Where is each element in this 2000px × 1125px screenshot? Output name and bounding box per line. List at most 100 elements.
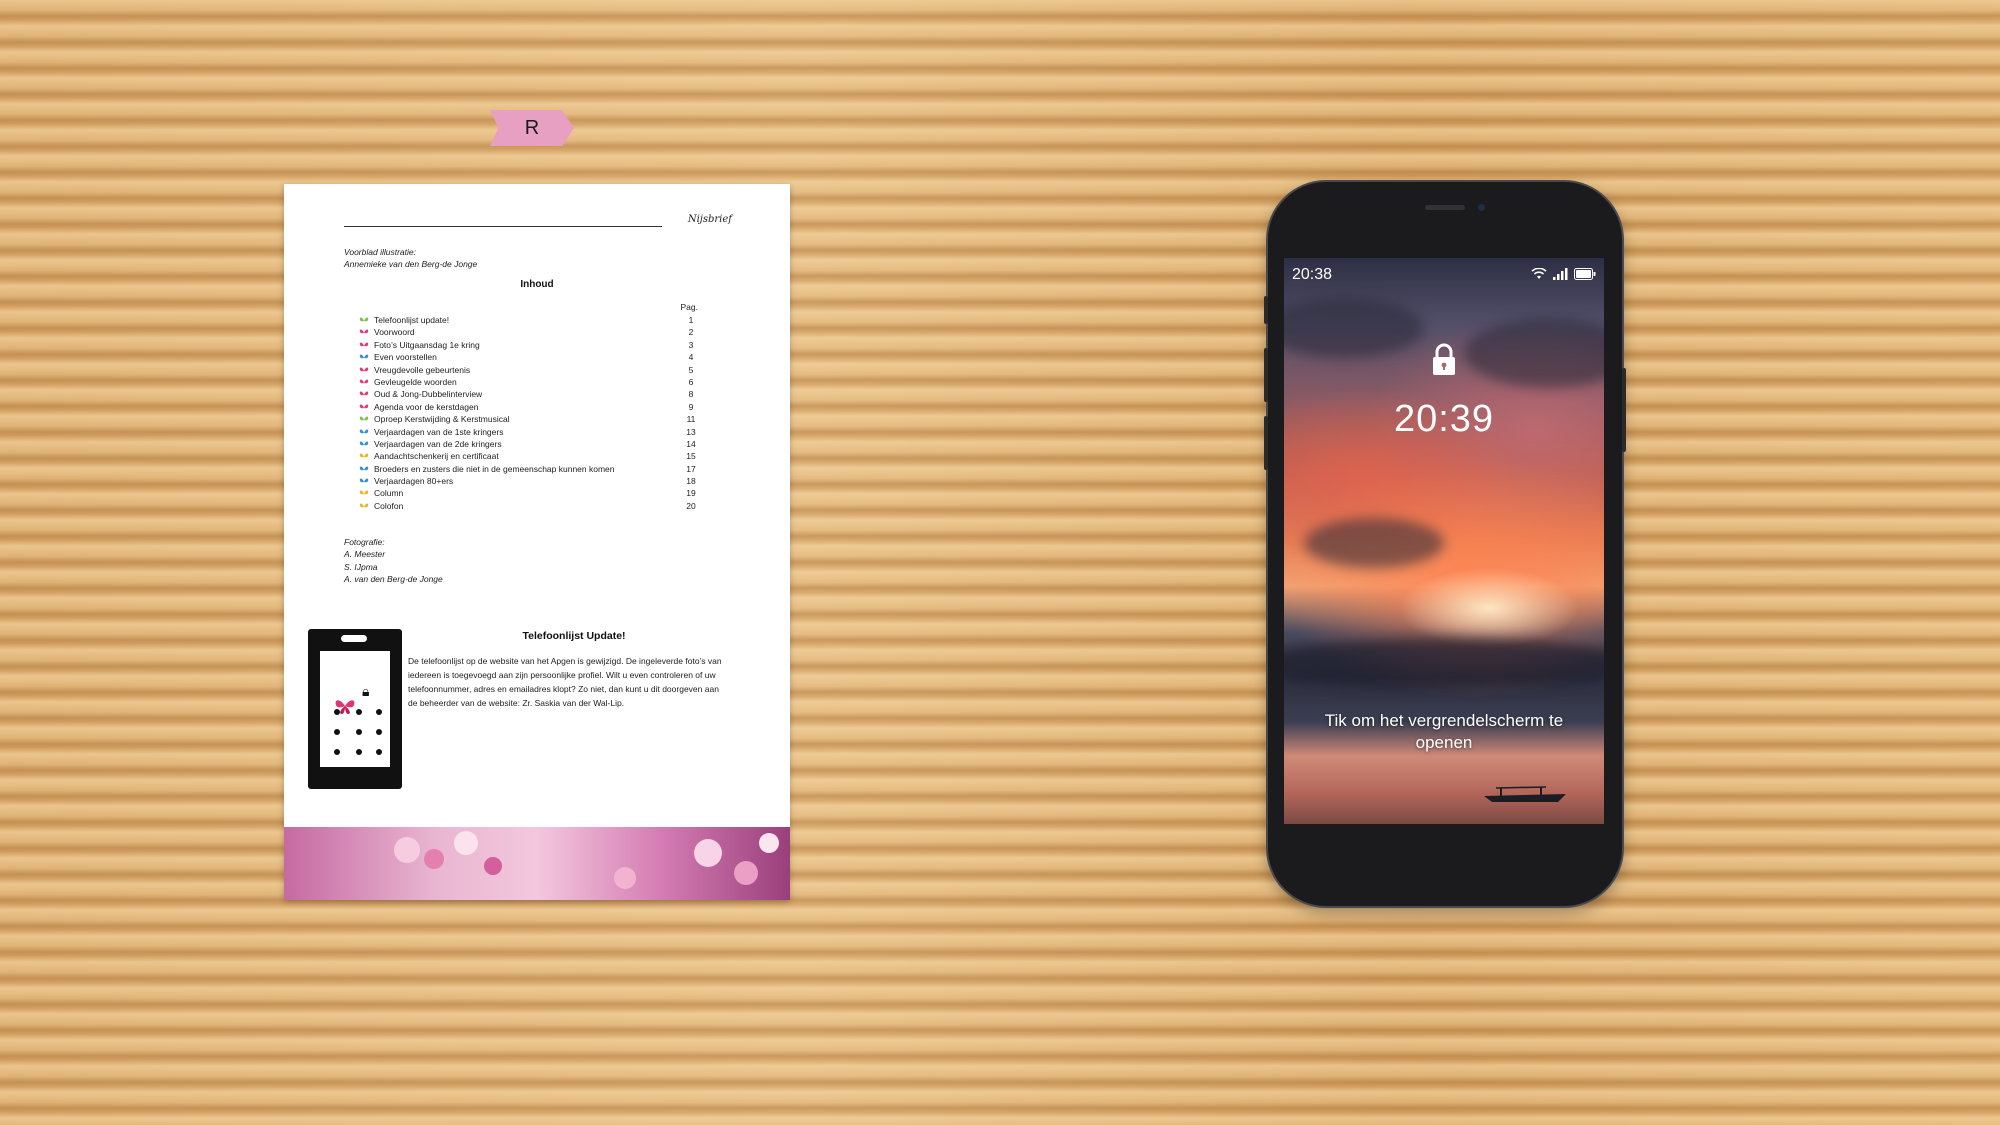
keypad-dot: [334, 709, 340, 715]
volume-down-button[interactable]: [1264, 416, 1268, 470]
keypad-dot: [356, 709, 362, 715]
toc-entry: Broeders en zusters die niet in de gemee…: [359, 463, 699, 475]
smartphone: 20:38 20:39 Tik om het vergrendelscherm …: [1264, 182, 1626, 906]
toc-entry: Telefoonlijst update! 1: [359, 314, 699, 326]
toc-entry: Oproep Kerstwijding & Kerstmusical 11: [359, 413, 699, 425]
phone-illustration: 🔒︎: [308, 629, 402, 789]
toc-entry-label: Broeders en zusters die niet in de gemee…: [374, 463, 615, 474]
article-title: Telefoonlijst Update!: [522, 630, 626, 642]
newsletter-brand: Nijsbrief: [687, 214, 732, 225]
signal-icon: [1553, 268, 1568, 280]
front-camera: [1478, 204, 1485, 211]
bookmark-label: R: [524, 116, 540, 139]
page-header: Nijsbrief: [344, 214, 732, 230]
keypad-dot: [376, 729, 382, 735]
butterfly-bullet-icon: [359, 441, 369, 446]
wifi-icon: [1531, 268, 1547, 279]
toc-entry: Colofon 20: [359, 500, 699, 512]
toc-entry-label: Vreugdevolle gebeurtenis: [374, 364, 471, 375]
toc-entry-page: 9: [688, 401, 694, 412]
toc-entry-page: 14: [686, 438, 696, 449]
volume-up-button[interactable]: [1264, 348, 1268, 402]
toc-entry-page: 2: [688, 327, 694, 338]
toc-entry: Verjaardagen van de 2de kringers 14: [359, 438, 699, 450]
toc-title: Inhoud: [520, 279, 554, 290]
toc-entry: Even voorstellen 4: [359, 351, 699, 363]
mute-switch[interactable]: [1264, 296, 1268, 324]
toc-entry-label: Telefoonlijst update!: [374, 315, 450, 325]
butterfly-bullet-icon: [359, 478, 369, 483]
toc-entry-label: Agenda voor de kerstdagen: [374, 401, 479, 412]
lock-screen[interactable]: 20:38 20:39 Tik om het vergrendelscherm …: [1284, 258, 1604, 824]
unlock-hint[interactable]: Tik om het vergrendelscherm te openen: [1304, 710, 1584, 754]
toc-entry-page: 13: [686, 426, 696, 437]
keypad-dot: [334, 749, 340, 755]
article-body: De telefoonlijst op de website van het A…: [408, 656, 722, 708]
toc-entry-label: Colofon: [374, 500, 404, 511]
toc-entry-label: Oproep Kerstwijding & Kerstmusical: [374, 414, 510, 425]
power-button[interactable]: [1622, 368, 1626, 452]
butterfly-bullet-icon: [359, 329, 369, 334]
toc-entry-label: Column: [374, 488, 404, 499]
toc-entry-page: 8: [688, 389, 694, 400]
keypad-dot: [376, 749, 382, 755]
blossom-banner-image: [284, 827, 790, 900]
toc-page-header: Pag.: [680, 302, 699, 312]
boat-silhouette: [1484, 786, 1566, 802]
toc-entry: Column 19: [359, 487, 699, 499]
butterfly-bullet-icon: [359, 466, 369, 470]
keypad-dot: [334, 729, 340, 735]
toc-entry-label: Verjaardagen 80+ers: [374, 476, 454, 487]
toc-entry: Foto’s Uitgaansdag 1e kring 3: [359, 339, 699, 351]
toc-entry-page: 19: [686, 488, 696, 499]
lock-screen-clock: 20:39: [1393, 398, 1495, 440]
toc-entry-label: Verjaardagen van de 1ste kringers: [374, 426, 504, 437]
toc-entry-label: Oud & Jong-Dubbelinterview: [374, 389, 483, 400]
cover-credit-name: Annemieke van den Berg-de Jonge: [344, 259, 478, 269]
butterfly-bullet-icon: [359, 367, 369, 371]
butterfly-bullet-icon: [359, 391, 369, 396]
toc-entry-page: 3: [688, 339, 694, 350]
butterfly-bullet-icon: [359, 342, 369, 347]
toc-entry-page: 17: [686, 463, 696, 474]
toc-entry-label: Foto’s Uitgaansdag 1e kring: [374, 339, 480, 350]
bookmark-tag[interactable]: R: [490, 110, 574, 146]
table-of-contents: Pag. Telefoonlijst update! 1 Voorwoord 2 Fot…: [359, 302, 699, 512]
toc-entry-label: Even voorstellen: [374, 352, 437, 363]
photographer: A. van den Berg-de Jonge: [344, 574, 443, 585]
toc-entry: Gevleugelde woorden 6: [359, 376, 699, 388]
toc-entry-page: 20: [686, 500, 696, 511]
earpiece: [1425, 205, 1465, 210]
header-rule: [344, 226, 662, 227]
photographer: A. Meester: [344, 549, 386, 560]
butterfly-bullet-icon: [359, 354, 369, 359]
butterfly-bullet-icon: [359, 416, 369, 421]
toc-entry-label: Verjaardagen van de 2de kringers: [374, 438, 502, 449]
lock-icon: 🔒︎: [362, 683, 370, 699]
keypad-dot: [376, 709, 382, 715]
toc-entry-page: 18: [686, 476, 696, 487]
toc-entry-page: 11: [686, 414, 696, 425]
toc-entry-page: 6: [688, 376, 694, 387]
toc-entry-page: 4: [688, 352, 694, 363]
toc-entry: Verjaardagen 80+ers 18: [359, 475, 699, 487]
toc-entry: Agenda voor de kerstdagen 9: [359, 401, 699, 413]
toc-entry: Aandachtschenkerij en certificaat 15: [359, 450, 699, 462]
butterfly-bullet-icon: [359, 490, 369, 495]
photography-label: Fotografie:: [344, 537, 385, 547]
toc-entry: Oud & Jong-Dubbelinterview 8: [359, 388, 699, 400]
status-bar-icons: [1531, 266, 1596, 282]
photography-credit: Fotografie: A. Meester S. IJpma A. van d…: [344, 536, 443, 586]
toc-entry: Verjaardagen van de 1ste kringers 13: [359, 426, 699, 438]
toc-entry-page: 5: [688, 364, 694, 375]
butterfly-bullet-icon: [359, 379, 369, 384]
newsletter-page: Nijsbrief Voorblad illustratie: Annemiek…: [284, 184, 790, 900]
toc-entry-label: Aandachtschenkerij en certificaat: [374, 451, 499, 462]
keypad-dot: [356, 729, 362, 735]
butterfly-bullet-icon: [359, 503, 369, 508]
keypad-dot: [356, 749, 362, 755]
butterfly-bullet-icon: [359, 453, 369, 458]
toc-entry-label: Gevleugelde woorden: [374, 376, 457, 387]
battery-icon: [1574, 268, 1596, 280]
lock-icon: [1433, 343, 1455, 375]
